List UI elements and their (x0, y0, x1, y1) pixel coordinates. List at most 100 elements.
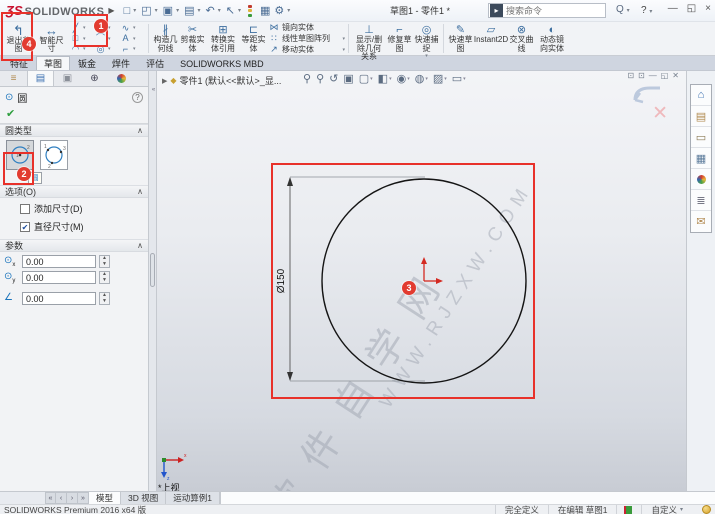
restore-button[interactable]: ◱ (687, 3, 696, 14)
tab-weldments[interactable]: 焊件 (104, 56, 138, 70)
add-dimensions-option[interactable]: 添加尺寸(D) (20, 202, 148, 215)
panel-splitter[interactable]: « (148, 71, 157, 491)
center-x-spinner[interactable]: ▲▼ (99, 255, 110, 268)
smart-dimension-icon: ↔ (45, 24, 58, 37)
save-icon[interactable]: ▣ (162, 4, 174, 17)
move-entities-button[interactable]: ↗移动实体▾ (269, 45, 345, 55)
diameter-dimension-option[interactable]: ✔ 直径尺寸(M) (20, 220, 148, 233)
display-manager-tab[interactable] (108, 71, 135, 86)
intersection-curve-button[interactable]: ⊗交叉曲 线 (508, 22, 535, 55)
construction-geometry-button[interactable]: ∦构造几 何线 (152, 22, 179, 55)
options-list-icon[interactable]: ▦ (259, 4, 271, 17)
dimension-label[interactable]: Ø150 (276, 268, 287, 293)
dynamic-mirror-button[interactable]: ◐动态镜 向实体 (535, 22, 569, 55)
add-dimensions-checkbox[interactable] (20, 204, 30, 214)
tab-solidworks-mbd[interactable]: SOLIDWORKS MBD (172, 56, 272, 70)
perimeter-circle-type-button[interactable]: 132 (40, 140, 68, 170)
menu-expand-icon[interactable]: ▶ (108, 6, 114, 15)
new-document-icon[interactable]: □ (123, 5, 132, 17)
trim-entities-button[interactable]: ✂剪裁实 体 (179, 22, 206, 55)
dropdown-caret[interactable]: ▾ (197, 7, 200, 14)
print-icon[interactable]: ▤ (183, 4, 195, 17)
rebuild-icon[interactable] (248, 5, 254, 17)
tab-evaluate[interactable]: 评估 (138, 56, 172, 70)
3d-views-tab[interactable]: 3D 视图 (121, 492, 166, 504)
collapse-chevron-icon[interactable]: ∧ (137, 241, 143, 250)
prev-tab-icon[interactable]: ‹ (56, 492, 67, 504)
dropdown-caret[interactable]: ▾ (155, 7, 158, 14)
dropdown-caret[interactable]: ▾ (133, 7, 136, 14)
radius-spinner[interactable]: ▲▼ (99, 292, 110, 305)
forum-icon[interactable]: ✉ (691, 211, 711, 232)
graphics-area[interactable]: 软件自学网 WWW.RJZXW.COM ▶ ◆ 零件1 (默认<<默认>_显..… (157, 71, 686, 491)
last-tab-icon[interactable]: » (78, 492, 89, 504)
annotation-badge-3: 3 (402, 281, 416, 295)
dropdown-caret[interactable]: ▾ (238, 7, 241, 14)
rapid-sketch-button[interactable]: ✎快速草 图 (447, 22, 474, 55)
linear-sketch-pattern-button[interactable]: ∷线性草图阵列▾ (269, 34, 345, 44)
search-magnifier-icon[interactable]: Q ▾ (616, 4, 630, 15)
view-palette-icon[interactable]: ▦ (691, 148, 711, 169)
dropdown-caret[interactable]: ▾ (176, 7, 179, 14)
motion-study-tab[interactable]: 运动算例1 (166, 492, 220, 504)
center-x-input[interactable] (22, 255, 96, 268)
dropdown-caret[interactable]: ▾ (287, 7, 290, 14)
mirror-entities-button[interactable]: ⋈镜向实体 (269, 23, 345, 33)
spline-tool[interactable]: ∿▾ (120, 23, 145, 34)
instant2d-button[interactable]: ▱Instant2D (474, 22, 508, 55)
collapse-chevron-icon[interactable]: ∧ (137, 126, 143, 135)
quick-snaps-button[interactable]: ◎快速捕 捉▾ (413, 22, 440, 55)
select-cursor-icon[interactable]: ↖ (225, 4, 236, 17)
settings-gear-icon[interactable]: ⚙ (273, 4, 285, 17)
help-icon[interactable]: ? ▾ (641, 5, 652, 16)
next-tab-icon[interactable]: › (67, 492, 78, 504)
custom-properties-icon[interactable]: ≣ (691, 190, 711, 211)
radius-input[interactable] (22, 292, 96, 305)
tag-icon[interactable] (702, 505, 711, 514)
dimxpert-manager-tab[interactable]: ⊕ (81, 71, 108, 86)
appearances-icon[interactable] (691, 169, 711, 190)
collapse-chevron-icon[interactable]: ∧ (137, 187, 143, 196)
svg-text:x: x (184, 453, 187, 459)
circle-type-group-header[interactable]: 圆类型∧ (0, 124, 148, 137)
center-y-spinner[interactable]: ▲▼ (99, 271, 110, 284)
open-icon[interactable]: ◰ (140, 4, 152, 17)
property-title-row: ⊙ 圆 ? (0, 87, 148, 106)
search-input[interactable] (506, 6, 596, 16)
model-tab[interactable]: 模型 (89, 492, 121, 504)
parameters-group-header[interactable]: 参数∧ (0, 239, 148, 252)
offset-entities-button[interactable]: ⊏等距实 体 (240, 22, 267, 55)
undo-icon[interactable]: ↶ (205, 4, 216, 17)
tab-sheet-metal[interactable]: 钣金 (70, 56, 104, 70)
convert-entities-button[interactable]: ⊞转换实 体引用 (206, 22, 240, 55)
annotation-badge-4: 4 (22, 37, 36, 51)
center-y-input[interactable] (22, 271, 96, 284)
ok-button[interactable]: ✔ (0, 106, 148, 124)
repair-sketch-button[interactable]: ⌐修复草 图 (386, 22, 413, 55)
search-commands-box[interactable]: ▸ (488, 3, 606, 18)
pattern-tools-stack: ⋈镜向实体 ∷线性草图阵列▾ ↗移动实体▾ (269, 22, 345, 55)
first-tab-icon[interactable]: « (45, 492, 56, 504)
manager-tabs: ≡ ▤ ▣ ⊕ (0, 71, 148, 87)
help-circle-icon[interactable]: ? (132, 92, 143, 103)
minimize-button[interactable]: — (668, 3, 678, 14)
units-selector[interactable]: 自定义 ▾ (641, 505, 692, 514)
property-manager-tab[interactable]: ▤ (27, 71, 54, 86)
units-caret-icon[interactable]: ▾ (680, 506, 683, 513)
display-delete-relations-button[interactable]: ⊥显示/删 除几何 关系 (352, 22, 386, 55)
feature-manager-tab[interactable]: ≡ (0, 71, 27, 86)
fillet-tool[interactable]: ⌐▾ (120, 44, 145, 55)
diameter-dimension-checkbox[interactable]: ✔ (20, 222, 30, 232)
tab-sketch[interactable]: 草图 (36, 56, 70, 70)
configuration-manager-tab[interactable]: ▣ (54, 71, 81, 86)
dropdown-caret[interactable]: ▾ (218, 7, 221, 14)
design-library-icon[interactable]: ▤ (691, 106, 711, 127)
smart-dimension-button[interactable]: ↔ 智能尺 寸 (35, 22, 68, 55)
close-button[interactable]: × (705, 3, 711, 14)
options-group-header[interactable]: 选项(O)∧ (0, 185, 148, 198)
text-tool[interactable]: A▾ (120, 33, 145, 44)
file-explorer-icon[interactable]: ▭ (691, 127, 711, 148)
splitter-handle[interactable] (150, 253, 155, 287)
home-icon[interactable]: ⌂ (691, 85, 711, 106)
sketch-canvas[interactable]: Ø150 x z (157, 71, 686, 491)
